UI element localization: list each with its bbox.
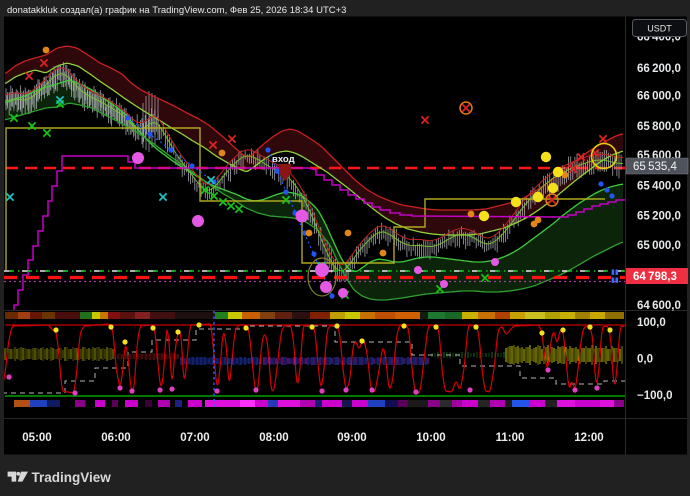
svg-text:64 600,0: 64 600,0 <box>637 300 681 312</box>
svg-text:▮▮: ▮▮ <box>611 277 619 284</box>
svg-text:65 400,0: 65 400,0 <box>637 181 681 193</box>
svg-text:09:00: 09:00 <box>337 432 366 444</box>
svg-text:65 800,0: 65 800,0 <box>637 121 681 133</box>
svg-text:12:00: 12:00 <box>574 432 603 444</box>
svg-text:66 200,0: 66 200,0 <box>637 63 681 75</box>
svg-text:05:00: 05:00 <box>22 432 51 444</box>
svg-text:−100,0: −100,0 <box>637 390 673 402</box>
svg-text:06:00: 06:00 <box>101 432 130 444</box>
svg-text:▮▮: ▮▮ <box>611 269 619 276</box>
svg-text:10:00: 10:00 <box>416 432 445 444</box>
svg-text:100,0: 100,0 <box>637 317 666 329</box>
svg-text:66 000,0: 66 000,0 <box>637 91 681 103</box>
svg-text:0,0: 0,0 <box>637 354 653 366</box>
svg-text:65 000,0: 65 000,0 <box>637 240 681 252</box>
svg-text:11:00: 11:00 <box>496 432 525 444</box>
svg-text:TradingView: TradingView <box>32 470 112 485</box>
svg-text:65 200,0: 65 200,0 <box>637 211 681 223</box>
svg-text:08:00: 08:00 <box>259 432 288 444</box>
svg-text:64 798,3: 64 798,3 <box>633 271 677 283</box>
svg-text:07:00: 07:00 <box>180 432 209 444</box>
svg-text:donatakkluk создал(а) график н: donatakkluk создал(а) график на TradingV… <box>7 5 346 16</box>
svg-text:USDT: USDT <box>647 24 672 34</box>
svg-text:65 535,4: 65 535,4 <box>633 161 677 173</box>
svg-text:вход: вход <box>272 154 295 165</box>
